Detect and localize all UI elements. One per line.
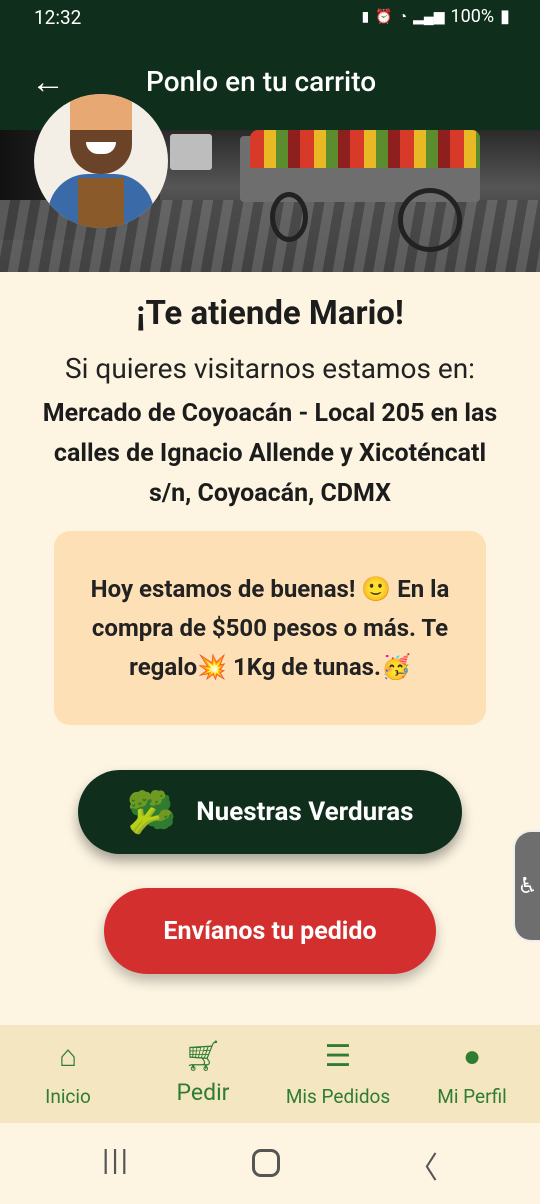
accessibility-icon[interactable]: ♿︎: [513, 830, 540, 942]
send-order-button-label: Envíanos tu pedido: [163, 916, 377, 946]
nav-label: Inicio: [45, 1085, 91, 1108]
system-back-icon[interactable]: 〈: [408, 1143, 438, 1187]
status-bar: 12:32 ▮ ⏰ ◔ ▂▄▆ 100% ▮: [0, 0, 540, 38]
verduras-button-label: Nuestras Verduras: [196, 797, 414, 827]
nav-item-mi-perfil[interactable]: ● Mi Perfil: [424, 1025, 520, 1123]
hero-wheel: [398, 188, 462, 252]
person-icon: ●: [462, 1039, 482, 1074]
promo-card: Hoy estamos de buenas! 🙂 En la compra de…: [54, 531, 486, 725]
nav-item-mis-pedidos[interactable]: ☰ Mis Pedidos: [272, 1025, 404, 1123]
signal-icon: ▂▄▆: [413, 9, 445, 25]
promo-text: Hoy estamos de buenas! 🙂 En la compra de…: [90, 574, 450, 681]
status-time: 12:32: [34, 6, 82, 29]
address-text: Mercado de Coyoacán - Local 205 en las c…: [42, 399, 498, 508]
list-icon: ☰: [324, 1039, 352, 1074]
hero-wheel: [270, 192, 308, 242]
recent-apps-icon[interactable]: |||: [102, 1143, 130, 1178]
bottom-nav: ⌂ Inicio 🛒︎ Pedir ☰ Mis Pedidos ● Mi Per…: [0, 1025, 540, 1123]
status-icons: ▮ ⏰ ◔ ▂▄▆ 100% ▮: [361, 6, 510, 27]
broccoli-icon: 🥦: [126, 788, 177, 836]
send-order-button[interactable]: Envíanos tu pedido: [104, 888, 436, 974]
greeting-heading: ¡Te atiende Mario!: [136, 294, 404, 333]
alarm-icon: ⏰: [375, 8, 393, 25]
home-circle-icon[interactable]: [252, 1149, 280, 1177]
hero-bus: [170, 134, 212, 170]
arrow-back-icon[interactable]: ←: [28, 60, 68, 104]
hero-produce: [250, 130, 480, 168]
nav-item-inicio[interactable]: ⌂ Inicio: [20, 1025, 116, 1123]
wifi-icon: ◔: [398, 9, 408, 25]
home-icon: ⌂: [58, 1039, 78, 1074]
nuestras-verduras-button[interactable]: 🥦 Nuestras Verduras: [78, 770, 462, 854]
cart-icon: 🛒︎: [183, 1039, 223, 1074]
battery-icon: ▮: [500, 6, 510, 27]
system-nav-bar: ||| 〈: [0, 1123, 540, 1204]
page-title: Ponlo en tu carrito: [146, 65, 377, 98]
vendor-avatar: [34, 94, 168, 228]
battery-saver-icon: ▮: [361, 8, 370, 25]
avatar-apron: [78, 178, 124, 228]
battery-percent: 100%: [450, 6, 495, 27]
nav-label: Pedir: [176, 1079, 230, 1106]
nav-label: Mis Pedidos: [285, 1085, 391, 1108]
nav-item-pedir[interactable]: 🛒︎ Pedir: [158, 1025, 248, 1123]
visit-text: Si quieres visitarnos estamos en:: [65, 352, 475, 385]
nav-label: Mi Perfil: [437, 1085, 507, 1108]
